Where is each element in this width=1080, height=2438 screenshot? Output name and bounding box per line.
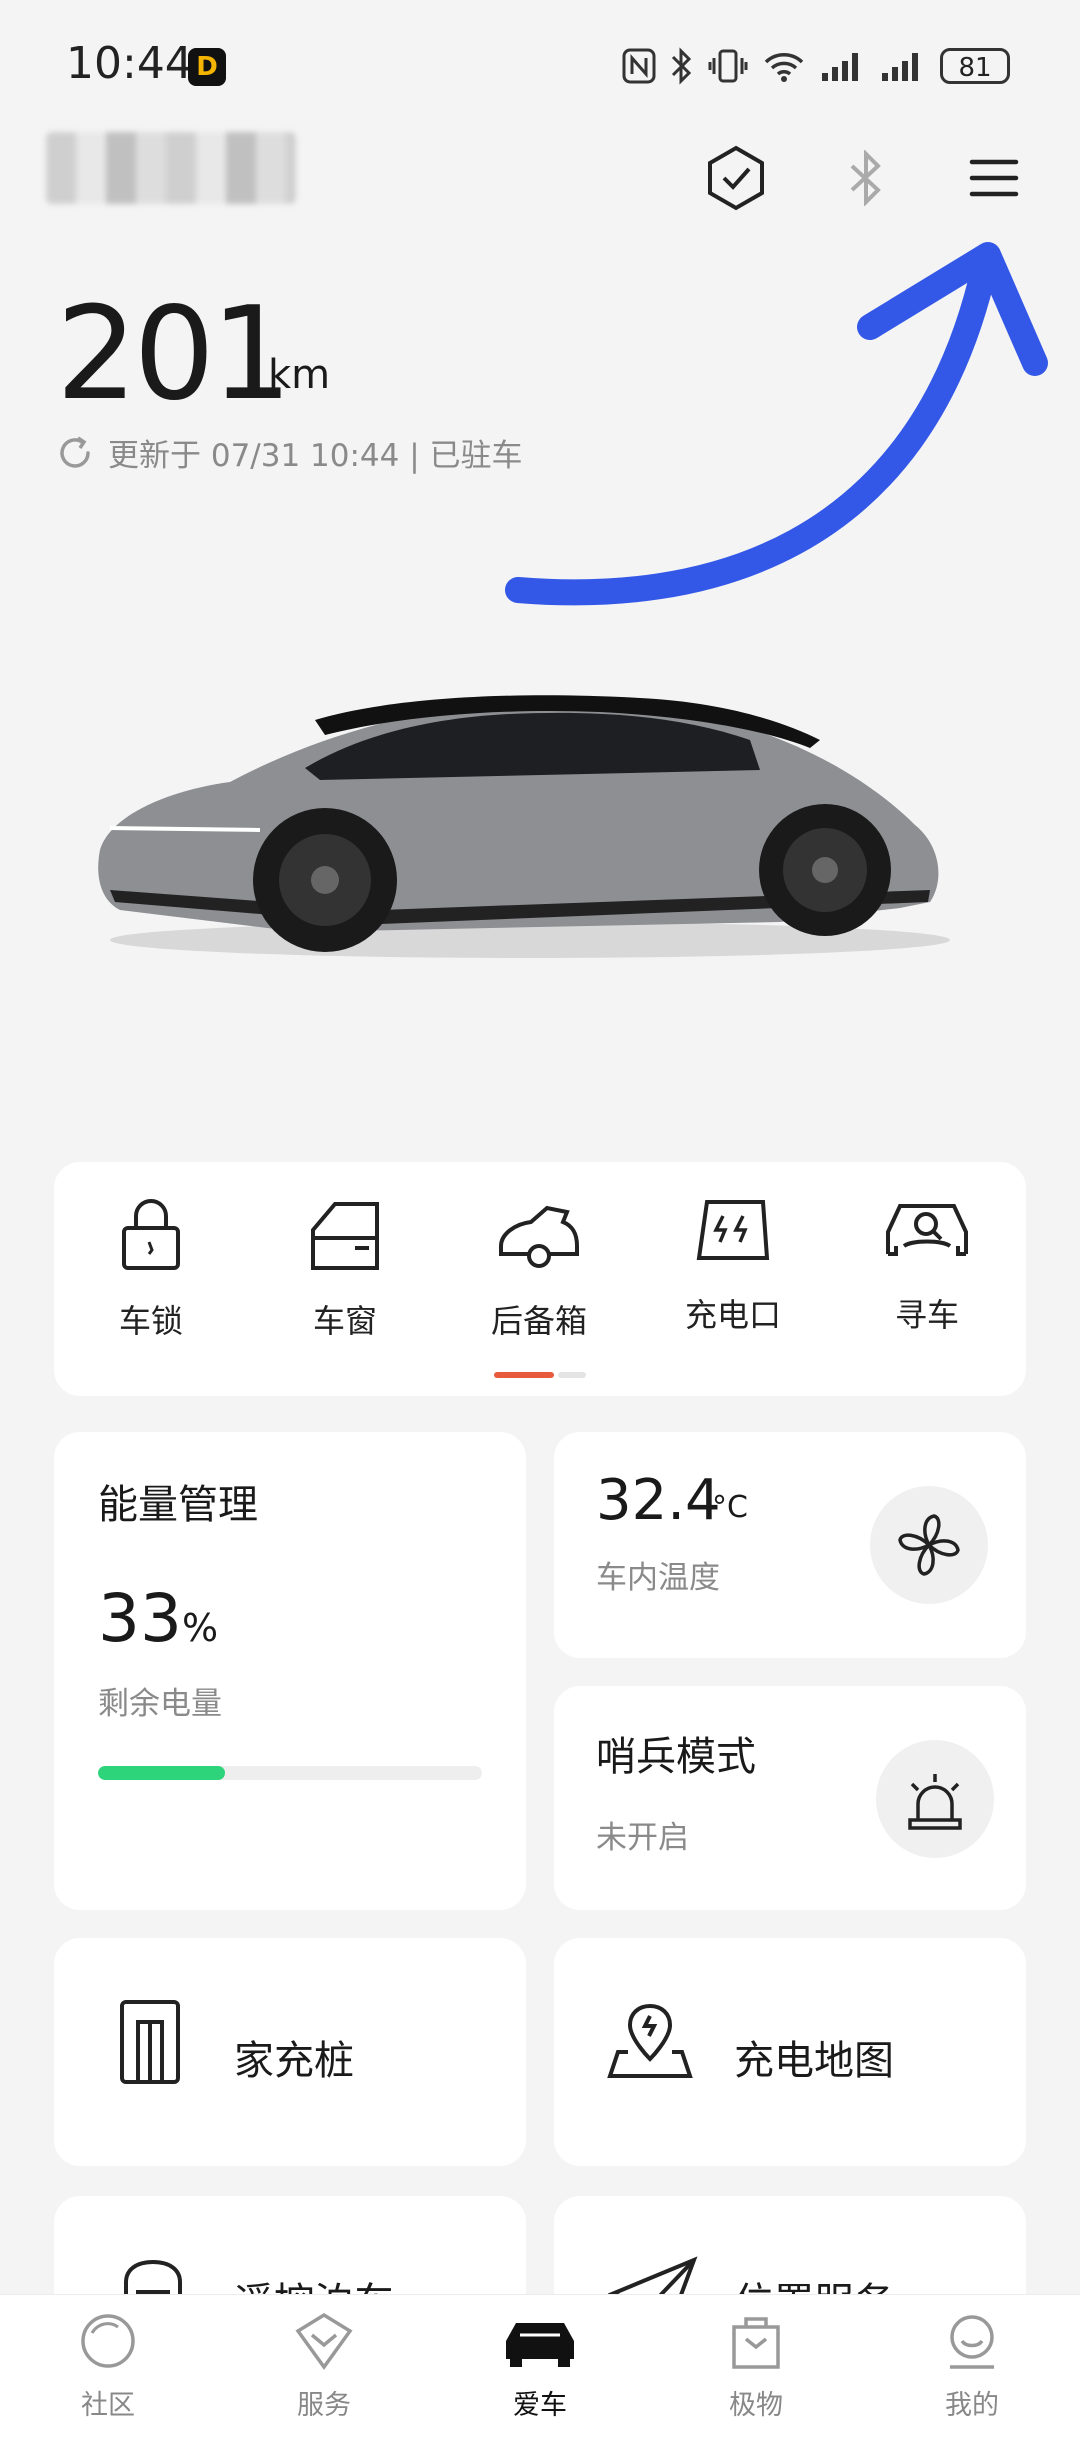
range-value: 201: [56, 280, 292, 429]
find-car-icon: [886, 1204, 968, 1256]
sentry-title: 哨兵模式: [596, 1734, 756, 1780]
window-control[interactable]: 车窗: [270, 1196, 420, 1342]
status-icons: 81: [622, 44, 1010, 88]
page-indicator-active: [494, 1372, 554, 1378]
annotation-arrow-icon: [505, 242, 1048, 606]
vibrate-icon: [708, 49, 748, 83]
security-button[interactable]: [698, 140, 774, 216]
bottom-nav: 社区 服务 爱车 极物 我的: [0, 2294, 1080, 2438]
home-charger-card[interactable]: 家充桩: [54, 1938, 526, 2166]
cabin-temp-label: 车内温度: [596, 1560, 720, 1596]
sentry-mode-card[interactable]: 哨兵模式 未开启: [554, 1686, 1026, 1910]
battery-bar-fill: [98, 1766, 225, 1780]
range-unit: km: [268, 352, 331, 398]
battery-bar: [98, 1766, 482, 1780]
find-car-label: 寻车: [894, 1296, 959, 1334]
lock-control[interactable]: 车锁: [76, 1196, 226, 1342]
community-icon: [81, 2314, 135, 2368]
charge-port-label: 充电口: [684, 1296, 781, 1334]
charge-port-control[interactable]: 充电口: [658, 1196, 808, 1336]
shop-bag-icon: [732, 2317, 780, 2369]
nav-community[interactable]: 社区: [48, 2311, 168, 2422]
nav-shop[interactable]: 极物: [696, 2311, 816, 2422]
nav-service-label: 服务: [297, 2390, 351, 2421]
update-text: 更新于 07/31 10:44 | 已驻车: [108, 438, 523, 474]
alarm-light-icon: [908, 1774, 962, 1830]
nfc-icon: [622, 48, 656, 84]
cabin-temp-unit: °C: [712, 1490, 748, 1525]
map-pin-icon: [607, 2003, 693, 2078]
app-badge: D: [188, 48, 226, 86]
battery-label: 剩余电量: [98, 1686, 222, 1722]
sentry-status: 未开启: [596, 1820, 689, 1856]
car-window-icon: [311, 1202, 379, 1270]
battery-indicator: 81: [940, 48, 1010, 84]
fan-button[interactable]: [870, 1486, 988, 1604]
username-blurred[interactable]: [46, 132, 296, 204]
page-indicator: [558, 1372, 586, 1378]
window-label: 车窗: [312, 1302, 377, 1340]
profile-icon: [950, 2315, 994, 2369]
fan-icon: [898, 1514, 960, 1576]
wifi-icon: [764, 53, 804, 82]
nav-service[interactable]: 服务: [264, 2311, 384, 2422]
sentry-button[interactable]: [876, 1740, 994, 1858]
menu-button[interactable]: [956, 140, 1032, 216]
signal-icon: [822, 53, 858, 81]
menu-icon: [969, 159, 1019, 197]
cabin-temp-card[interactable]: 32.4 °C 车内温度: [554, 1432, 1026, 1658]
charge-map-label: 充电地图: [734, 2038, 894, 2084]
nav-car[interactable]: 爱车: [480, 2311, 600, 2422]
signal-icon: [882, 53, 918, 81]
nav-shop-label: 极物: [729, 2390, 783, 2421]
status-time: 10:44: [66, 38, 193, 89]
service-icon: [295, 2312, 353, 2370]
charge-port-icon: [696, 1200, 770, 1260]
home-charger-label: 家充桩: [234, 2038, 354, 2084]
cabin-temp-value: 32.4: [596, 1468, 721, 1533]
bluetooth-button[interactable]: [828, 140, 904, 216]
charge-map-card[interactable]: 充电地图: [554, 1938, 1026, 2166]
bluetooth-status-icon: [671, 47, 692, 85]
nav-car-label: 爱车: [513, 2390, 567, 2421]
find-car-control[interactable]: 寻车: [852, 1196, 1002, 1336]
nav-profile-label: 我的: [945, 2390, 999, 2421]
car-image: [98, 695, 950, 958]
lock-label: 车锁: [118, 1302, 183, 1340]
energy-card[interactable]: 能量管理 33 % 剩余电量: [54, 1432, 526, 1910]
update-status[interactable]: 更新于 07/31 10:44 | 已驻车: [56, 430, 523, 475]
trunk-control[interactable]: 后备箱: [464, 1196, 614, 1342]
nav-community-label: 社区: [81, 2390, 135, 2421]
lock-icon: [122, 1199, 180, 1270]
trunk-label: 后备箱: [490, 1302, 587, 1340]
shield-check-icon: [708, 145, 764, 211]
nav-profile[interactable]: 我的: [912, 2311, 1032, 2422]
energy-title: 能量管理: [98, 1482, 258, 1528]
battery-unit: %: [182, 1606, 219, 1650]
battery-percent: 33: [98, 1580, 182, 1657]
trunk-icon: [499, 1205, 579, 1268]
charger-pile-icon: [120, 2000, 180, 2084]
status-bar: 10:44 D 81: [0, 0, 1080, 130]
bluetooth-icon: [850, 150, 881, 206]
car-icon: [506, 2323, 574, 2367]
refresh-icon[interactable]: [56, 434, 94, 472]
